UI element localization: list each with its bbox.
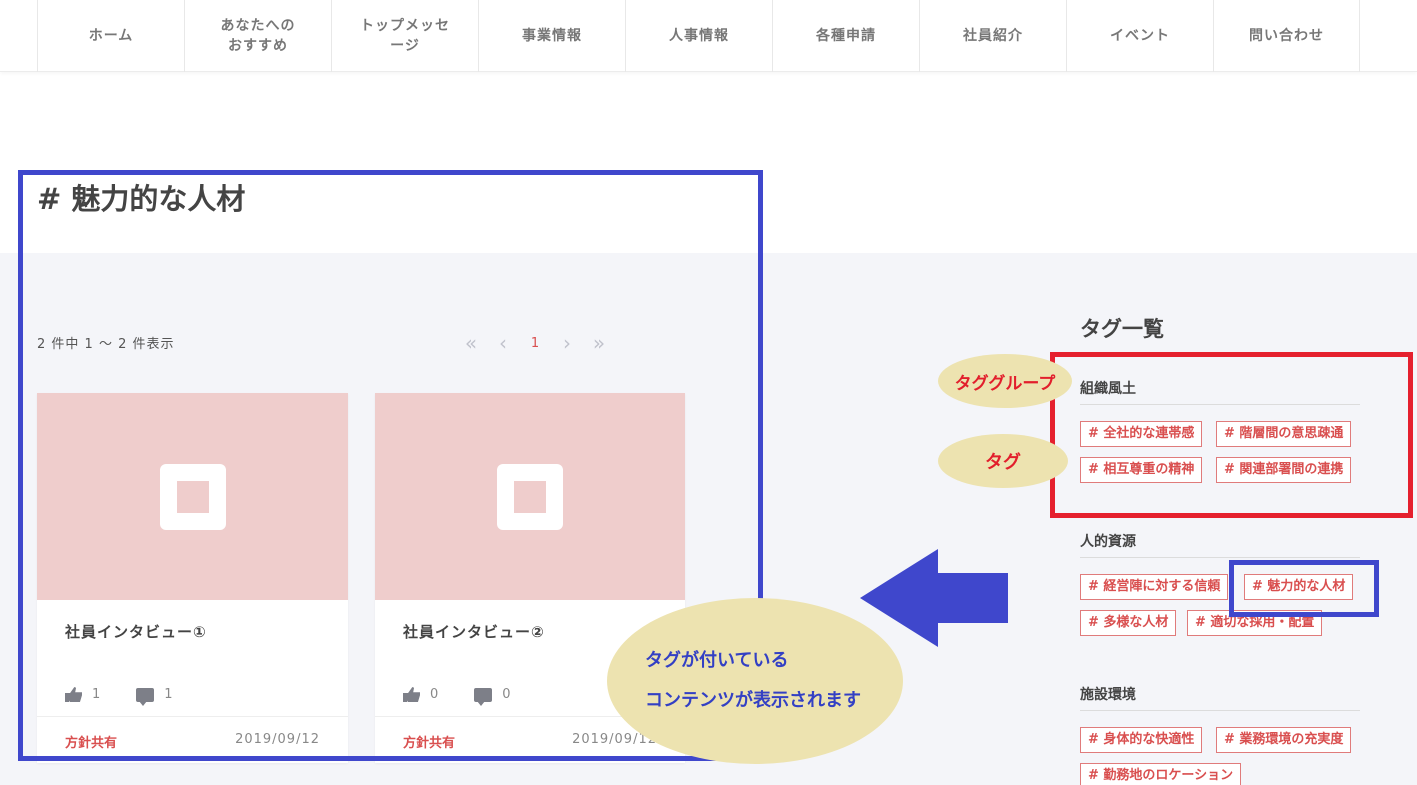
nav-item-top-message[interactable]: トップメッセ ージ [331, 0, 478, 72]
nav-list: ホーム あなたへの おすすめ トップメッセ ージ 事業情報 人事情報 各種申請 … [37, 0, 1360, 72]
content-callout: タグが付いている コンテンツが表示されます [607, 598, 903, 764]
nav-item-business-info[interactable]: 事業情報 [478, 0, 625, 72]
top-navigation: ホーム あなたへの おすすめ トップメッセ ージ 事業情報 人事情報 各種申請 … [0, 0, 1417, 72]
tag-group-title: 施設環境 [1080, 684, 1360, 711]
tag-link[interactable]: # 勤務地のロケーション [1080, 763, 1242, 785]
tag-link[interactable]: # 身体的な快適性 [1080, 727, 1203, 753]
nav-item-hr-info[interactable]: 人事情報 [625, 0, 772, 72]
left-arrow-icon [860, 549, 1008, 647]
nav-item-events[interactable]: イベント [1066, 0, 1213, 72]
nav-item-contact[interactable]: 問い合わせ [1213, 0, 1360, 72]
content-callout-line1: タグが付いている [645, 650, 789, 671]
tag-link[interactable]: # 経営陣に対する信頼 [1080, 574, 1229, 600]
tag-group-title: 人的資源 [1080, 531, 1360, 558]
tag-link[interactable]: # 多様な人材 [1080, 610, 1177, 636]
tag-group-highlight-box [1050, 352, 1413, 518]
nav-item-home[interactable]: ホーム [37, 0, 184, 72]
nav-item-staff-intro[interactable]: 社員紹介 [919, 0, 1066, 72]
tag-callout: タグ [938, 434, 1068, 488]
tag-list-title: タグ一覧 [1080, 317, 1164, 341]
nav-item-applications[interactable]: 各種申請 [772, 0, 919, 72]
selected-tag-highlight-box [1229, 560, 1379, 617]
tag-link[interactable]: # 業務環境の充実度 [1216, 727, 1352, 753]
tag-group-callout: タググループ [938, 354, 1072, 408]
content-callout-line2: コンテンツが表示されます [645, 690, 861, 711]
nav-item-recommended[interactable]: あなたへの おすすめ [184, 0, 331, 72]
